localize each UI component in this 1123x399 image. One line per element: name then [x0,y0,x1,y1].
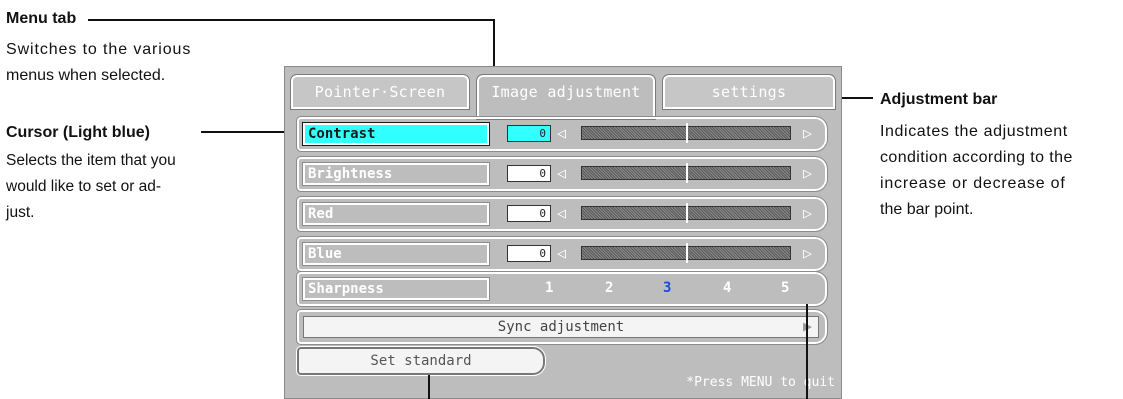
sharpness-level-3[interactable]: 3 [663,280,671,296]
adjustment-bar-annotation-title: Adjustment bar [880,91,998,108]
menu-tab-leader [88,19,495,21]
triangle-right-icon[interactable]: ▷ [803,164,812,182]
bar-center-tick [686,243,688,263]
sharpness-level-4[interactable]: 4 [723,280,731,296]
blue-adjustment-bar[interactable] [581,243,791,263]
menu-tab-annotation-desc: Switches to the various menus when selec… [6,41,192,84]
red-label[interactable]: Red [302,202,490,226]
sync-adjustment-leader [806,304,808,399]
triangle-left-icon[interactable]: ◁ [557,204,566,222]
contrast-value: 0 [507,125,551,142]
contrast-row[interactable]: Contrast 0 ◁ ▷ [296,116,828,152]
sharpness-level-5[interactable]: 5 [781,280,789,296]
quit-hint: *Press MENU to quit [686,375,835,390]
tab-settings[interactable]: settings [662,74,836,110]
red-value: 0 [507,205,551,222]
sync-adjustment-row[interactable]: Sync adjustment ▶ [296,309,828,345]
sync-adjustment-button[interactable]: Sync adjustment [303,316,819,338]
triangle-left-icon[interactable]: ◁ [557,124,566,142]
triangle-left-icon[interactable]: ◁ [557,164,566,182]
sharpness-level-2[interactable]: 2 [605,280,613,296]
contrast-adjustment-bar[interactable] [581,123,791,143]
osd-menu-panel: Pointer·Screen Image adjustment settings… [284,66,842,399]
menu-tab-annotation-title: Menu tab [6,10,77,27]
brightness-row[interactable]: Brightness 0 ◁ ▷ [296,156,828,192]
cursor-annotation-desc: Selects the item that you would like to … [6,152,176,221]
triangle-right-icon[interactable]: ▷ [803,124,812,142]
brightness-adjustment-bar[interactable] [581,163,791,183]
bar-center-tick [686,163,688,183]
tab-image-adjustment[interactable]: Image adjustment [476,74,656,120]
blue-label[interactable]: Blue [302,242,490,266]
brightness-label[interactable]: Brightness [302,162,490,186]
contrast-label[interactable]: Contrast [302,122,490,146]
sharpness-level-1[interactable]: 1 [545,280,553,296]
red-adjustment-bar[interactable] [581,203,791,223]
bar-center-tick [686,203,688,223]
triangle-right-icon[interactable]: ▷ [803,204,812,222]
cursor-annotation-title: Cursor (Light blue) [6,124,150,141]
blue-row[interactable]: Blue 0 ◁ ▷ [296,236,828,272]
sharpness-label[interactable]: Sharpness [302,277,490,301]
brightness-value: 0 [507,165,551,182]
tab-pointer-screen[interactable]: Pointer·Screen [290,74,470,110]
sharpness-row[interactable]: Sharpness 1 2 3 4 5 [296,271,828,307]
blue-value: 0 [507,245,551,262]
set-standard-leader [428,375,430,399]
bar-center-tick [686,123,688,143]
red-row[interactable]: Red 0 ◁ ▷ [296,196,828,232]
adjustment-bar-annotation-desc: Indicates the adjustment condition accor… [880,123,1073,218]
set-standard-button[interactable]: Set standard [296,346,546,376]
triangle-left-icon[interactable]: ◁ [557,244,566,262]
triangle-right-icon[interactable]: ▷ [803,244,812,262]
